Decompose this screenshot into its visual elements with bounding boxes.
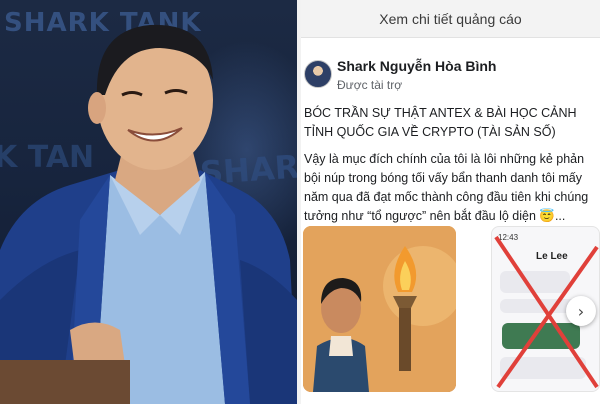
ad-screenshot: Xem chi tiết quảng cáo Shark Nguyễn Hòa …: [301, 0, 600, 404]
media-thumbnail-illustration[interactable]: [303, 226, 456, 392]
avatar[interactable]: [304, 60, 332, 88]
chevron-right-icon[interactable]: ›: [566, 296, 596, 326]
torch-illustration: [303, 226, 456, 392]
post-title: BÓC TRẦN SỰ THẬT ANTEX & BÀI HỌC CẢNH TỈ…: [304, 106, 577, 139]
post-header: Shark Nguyễn Hòa Bình Được tài trợ: [301, 52, 600, 92]
ad-details-link[interactable]: Xem chi tiết quảng cáo: [379, 11, 521, 27]
post-body: Vậy là mục đích chính của tôi là lôi nhữ…: [304, 152, 589, 223]
post-author[interactable]: Shark Nguyễn Hòa Bình: [337, 58, 496, 74]
sponsored-label: Được tài trợ: [337, 78, 403, 92]
speaker-figure: [0, 24, 297, 404]
speaker-photo: SHARK TANK K TAN SHARK: [0, 0, 297, 404]
ad-details-bar[interactable]: Xem chi tiết quảng cáo: [301, 0, 600, 38]
